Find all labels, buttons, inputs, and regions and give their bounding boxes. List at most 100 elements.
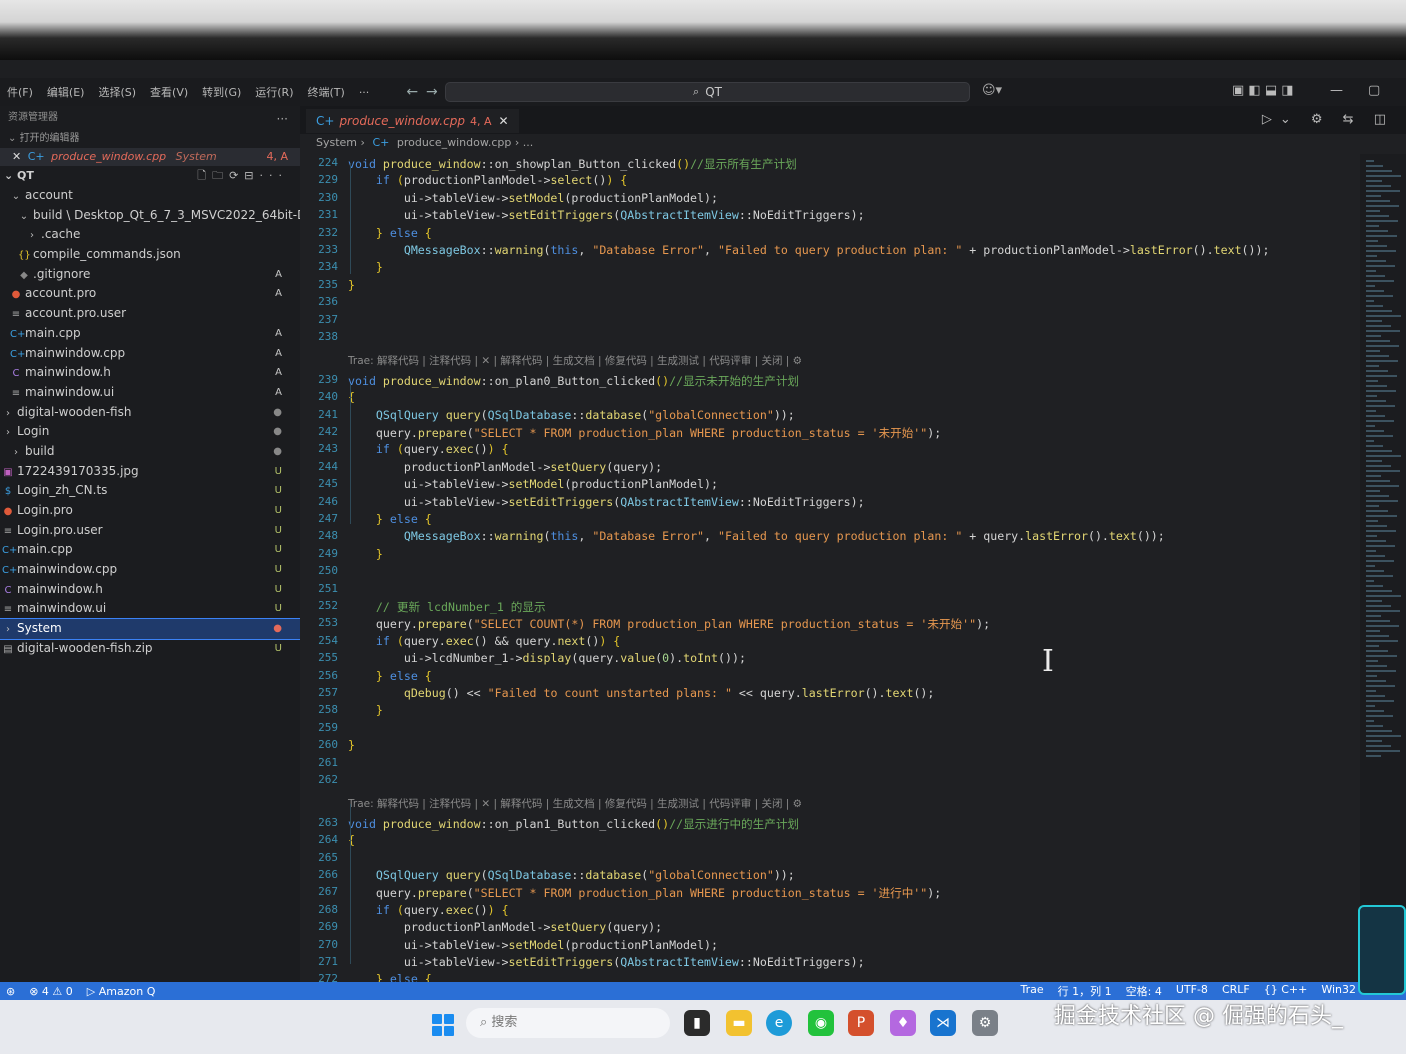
code-line[interactable]: qDebug() << "Failed to count unstarted p… [348, 686, 935, 700]
file-tree-item[interactable]: › System ● [0, 618, 300, 640]
code-line[interactable]: ui->tableView->setEditTriggers(QAbstract… [348, 955, 865, 969]
tab-produce-window[interactable]: C+ produce_window.cpp 4, A ✕ [306, 109, 519, 133]
code-line[interactable]: QMessageBox::warning(this, "Database Err… [348, 529, 1165, 543]
file-tree-item[interactable]: $ Login_zh_CN.ts U [0, 481, 300, 501]
code-line[interactable]: productionPlanModel->setQuery(query); [348, 920, 662, 934]
file-tree-item[interactable]: ● Login.pro U [0, 501, 300, 521]
code-line[interactable]: } else { [348, 226, 432, 240]
code-line[interactable]: query.prepare("SELECT * FROM production_… [348, 425, 941, 441]
file-tree-item[interactable]: ≡ account.pro.user [0, 304, 300, 324]
code-line[interactable]: void produce_window::on_plan0_Button_cli… [348, 373, 799, 389]
file-tree-item[interactable]: ▣ 1722439170335.jpg U [0, 462, 300, 482]
code-line[interactable]: query.prepare("SELECT COUNT(*) FROM prod… [348, 616, 990, 632]
open-editor-item[interactable]: ✕ C+ produce_window.cpp System 4, A [0, 148, 300, 166]
encoding[interactable]: UTF-8 [1176, 983, 1208, 999]
restore-icon[interactable]: ▢ [1368, 83, 1380, 98]
file-tree-item[interactable]: C+mainwindow.cpp A [0, 344, 300, 364]
menu-run[interactable]: 运行(R) [248, 84, 300, 100]
file-tree-item[interactable]: › Login ● [0, 422, 300, 442]
code-line[interactable]: ui->lcdNumber_1->display(query.value(0).… [348, 651, 746, 665]
code-line[interactable]: void produce_window::on_plan1_Button_cli… [348, 816, 799, 832]
file-tree-item[interactable]: › digital-wooden-fish ● [0, 403, 300, 423]
open-editors-title[interactable]: ⌄ 打开的编辑器 [0, 130, 300, 148]
file-tree-item[interactable]: › build ● [0, 442, 300, 462]
edge-icon[interactable]: e [766, 1010, 792, 1036]
minimize-icon[interactable]: — [1330, 83, 1343, 98]
file-tree-item[interactable]: ⌄ account [0, 186, 300, 206]
code-line[interactable]: } [348, 278, 355, 292]
trae-status[interactable]: Trae [1021, 983, 1044, 999]
code-editor[interactable]: 224 void produce_window::on_showplan_Butt… [300, 154, 1360, 1000]
file-tree-item[interactable]: {} compile_commands.json [0, 245, 300, 265]
menu-selection[interactable]: 选择(S) [91, 84, 143, 100]
file-tree-item[interactable]: ≡ Login.pro.user U [0, 521, 300, 541]
code-line[interactable]: if (query.exec()) { [348, 442, 509, 456]
file-tree-item[interactable]: ● account.pro A [0, 284, 300, 304]
file-explorer-icon[interactable]: ▬ [726, 1010, 752, 1036]
code-line[interactable]: } else { [348, 669, 432, 683]
codelens-actions[interactable]: Trae: 解释代码 | 注释代码 | ✕ | 解释代码 | 生成文档 | 修复… [348, 353, 802, 368]
layout-icon[interactable]: ▣ ◧ ⬓ ◨ [1232, 83, 1294, 98]
close-icon[interactable]: ✕ [12, 150, 21, 163]
cursor-position[interactable]: 行 1，列 1 [1058, 983, 1112, 999]
file-tree-item[interactable]: ▤ digital-wooden-fish.zip U [0, 639, 300, 659]
code-line[interactable]: } [348, 260, 383, 274]
codelens-actions[interactable]: Trae: 解释代码 | 注释代码 | ✕ | 解释代码 | 生成文档 | 修复… [348, 796, 802, 811]
code-line[interactable]: } [348, 738, 355, 752]
menu-file[interactable]: 件(F) [0, 84, 40, 100]
menu-edit[interactable]: 编辑(E) [40, 84, 92, 100]
file-tree-item[interactable]: Cmainwindow.h A [0, 363, 300, 383]
remote-icon[interactable]: ⊛ [6, 985, 15, 998]
code-line[interactable]: QSqlQuery query(QSqlDatabase::database("… [348, 868, 795, 882]
file-tree-item[interactable]: ◆ .gitignore A [0, 265, 300, 285]
explorer-toolbar-icons[interactable]: 🗋🗀⟳⊟··· [197, 166, 288, 186]
menu-more[interactable]: ··· [352, 86, 377, 99]
file-tree-item[interactable]: Cmainwindow.h U [0, 580, 300, 600]
problems-status[interactable]: ⊗ 4 ⚠ 0 [29, 985, 73, 998]
code-line[interactable]: // 更新 lcdNumber_1 的显示 [348, 599, 546, 615]
vscode-icon[interactable]: ⋊ [930, 1010, 956, 1036]
file-tree-item[interactable]: › .cache [0, 225, 300, 245]
indentation[interactable]: 空格: 4 [1126, 983, 1162, 999]
copilot-icon[interactable]: ☺▾ [982, 83, 1002, 98]
code-line[interactable]: } [348, 703, 383, 717]
editor-actions-icons[interactable]: ▷⌄ ⚙ ⇆ ◫ [1262, 112, 1394, 127]
breadcrumb-file[interactable]: produce_window.cpp [397, 136, 512, 149]
language-mode[interactable]: {} C++ [1264, 983, 1308, 999]
menu-goto[interactable]: 转到(G) [195, 84, 248, 100]
close-icon[interactable]: ✕ [498, 114, 508, 128]
windows-start-icon[interactable] [432, 1014, 454, 1036]
project-root[interactable]: ⌄ QT 🗋🗀⟳⊟··· [0, 166, 300, 186]
settings-icon[interactable]: ⚙ [972, 1010, 998, 1036]
code-line[interactable]: ui->tableView->setModel(productionPlanMo… [348, 938, 718, 952]
code-line[interactable]: } else { [348, 512, 432, 526]
code-line[interactable]: query.prepare("SELECT * FROM production_… [348, 885, 941, 901]
breadcrumb-folder[interactable]: System [316, 136, 357, 149]
code-line[interactable]: if (productionPlanModel->select()) { [348, 173, 627, 187]
back-forward-arrows-icon[interactable]: ←→ [406, 84, 445, 100]
menu-terminal[interactable]: 终端(T) [301, 84, 352, 100]
code-line[interactable]: if (query.exec() && query.next()) { [348, 634, 620, 648]
minimap[interactable] [1360, 154, 1406, 974]
task-view-icon[interactable]: ▮ [684, 1010, 710, 1036]
code-line[interactable]: ui->tableView->setModel(productionPlanMo… [348, 191, 718, 205]
code-line[interactable]: productionPlanModel->setQuery(query); [348, 460, 662, 474]
code-line[interactable]: ui->tableView->setEditTriggers(QAbstract… [348, 208, 865, 222]
code-line[interactable]: } [348, 547, 383, 561]
line-ending[interactable]: CRLF [1222, 983, 1250, 999]
amazon-q-status[interactable]: ▷ Amazon Q [87, 985, 156, 998]
app-icon[interactable]: ♦ [890, 1010, 916, 1036]
taskbar-search[interactable]: ⌕ 搜索 [466, 1008, 670, 1038]
file-tree-item[interactable]: C+main.cpp U [0, 540, 300, 560]
file-tree-item[interactable]: C+mainwindow.cpp U [0, 560, 300, 580]
code-line[interactable]: void produce_window::on_showplan_Button_… [348, 156, 797, 172]
code-line[interactable]: QMessageBox::warning(this, "Database Err… [348, 243, 1270, 257]
menu-view[interactable]: 查看(V) [143, 84, 195, 100]
more-actions-icon[interactable]: ··· [277, 112, 288, 126]
command-center-search[interactable]: ⌕ QT [445, 82, 970, 102]
file-tree-item[interactable]: ⌄ build \ Desktop_Qt_6_7_3_MSVC2022_64bit… [0, 206, 300, 226]
platform[interactable]: Win32 [1321, 983, 1356, 999]
file-tree-item[interactable]: ≡ mainwindow.ui U [0, 599, 300, 619]
floating-widget[interactable] [1358, 905, 1406, 995]
breadcrumb-symbol[interactable]: ... [523, 136, 534, 149]
